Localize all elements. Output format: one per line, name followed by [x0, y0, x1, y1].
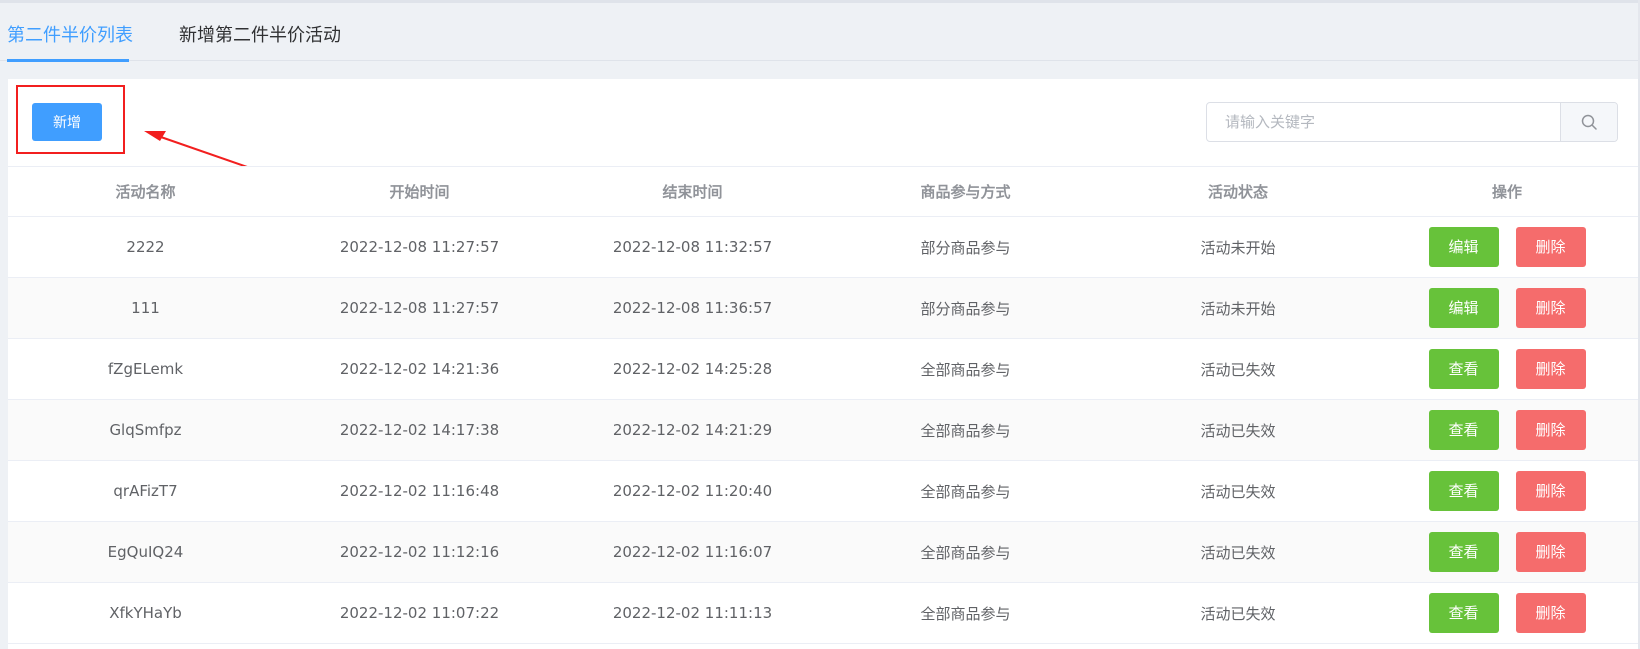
delete-button[interactable]: 删除	[1515, 288, 1586, 328]
view-button[interactable]: 查看	[1428, 471, 1499, 511]
cell-status: 活动未开始	[1200, 299, 1276, 318]
cell-participation-mode: 全部商品参与	[920, 421, 1011, 440]
cell-actions: 查看 删除	[1374, 583, 1640, 643]
header-activity-name: 活动名称	[115, 183, 176, 201]
cell-actions: 编辑 删除	[1374, 278, 1640, 338]
cell-activity-name: XfkYHaYb	[109, 604, 182, 622]
cell-status: 活动已失效	[1200, 604, 1276, 623]
cell-actions: 编辑 删除	[1374, 217, 1640, 277]
search-icon	[1581, 114, 1597, 130]
cell-activity-name: 111	[131, 299, 160, 317]
delete-button[interactable]: 删除	[1515, 410, 1586, 450]
cell-status: 活动已失效	[1200, 360, 1276, 379]
table-row: XfkYHaYb 2022-12-02 11:07:22 2022-12-02 …	[8, 583, 1640, 644]
cell-start-time: 2022-12-08 11:27:57	[339, 238, 500, 256]
edit-button[interactable]: 编辑	[1428, 288, 1499, 328]
cell-end-time: 2022-12-02 11:11:13	[612, 604, 773, 622]
view-button[interactable]: 查看	[1428, 593, 1499, 633]
cell-status: 活动未开始	[1200, 238, 1276, 257]
view-button[interactable]: 查看	[1428, 410, 1499, 450]
cell-participation-mode: 部分商品参与	[920, 299, 1011, 318]
cell-actions: 查看 删除	[1374, 522, 1640, 582]
cell-participation-mode: 全部商品参与	[920, 482, 1011, 501]
cell-status: 活动已失效	[1200, 482, 1276, 501]
table-row: GlqSmfpz 2022-12-02 14:17:38 2022-12-02 …	[8, 400, 1640, 461]
delete-button[interactable]: 删除	[1515, 532, 1586, 572]
cell-start-time: 2022-12-02 11:16:48	[339, 482, 500, 500]
header-start-time: 开始时间	[389, 183, 450, 201]
table-row: qrAFizT7 2022-12-02 11:16:48 2022-12-02 …	[8, 461, 1640, 522]
cell-start-time: 2022-12-02 14:17:38	[339, 421, 500, 439]
header-status: 活动状态	[1207, 183, 1268, 201]
edit-button[interactable]: 编辑	[1428, 227, 1499, 267]
delete-button[interactable]: 删除	[1515, 593, 1586, 633]
cell-activity-name: fZgELemk	[107, 360, 184, 378]
cell-end-time: 2022-12-02 14:21:29	[612, 421, 773, 439]
header-end-time: 结束时间	[662, 183, 723, 201]
cell-status: 活动已失效	[1200, 543, 1276, 562]
cell-activity-name: qrAFizT7	[113, 482, 178, 500]
cell-activity-name: EgQuIQ24	[107, 543, 184, 561]
header-actions: 操作	[1491, 183, 1522, 201]
table-row: 2222 2022-12-08 11:27:57 2022-12-08 11:3…	[8, 217, 1640, 278]
activity-table: 活动名称 开始时间 结束时间 商品参与方式 活动状态 操作 2222 2022-…	[8, 166, 1640, 644]
cell-end-time: 2022-12-08 11:32:57	[612, 238, 773, 256]
table-row: EgQuIQ24 2022-12-02 11:12:16 2022-12-02 …	[8, 522, 1640, 583]
cell-status: 活动已失效	[1200, 421, 1276, 440]
cell-end-time: 2022-12-02 14:25:28	[612, 360, 773, 378]
table-row: fZgELemk 2022-12-02 14:21:36 2022-12-02 …	[8, 339, 1640, 400]
cell-start-time: 2022-12-02 11:07:22	[339, 604, 500, 622]
cell-actions: 查看 删除	[1374, 400, 1640, 460]
cell-actions: 查看 删除	[1374, 461, 1640, 521]
cell-end-time: 2022-12-08 11:36:57	[612, 299, 773, 317]
delete-button[interactable]: 删除	[1515, 227, 1586, 267]
cell-end-time: 2022-12-02 11:20:40	[612, 482, 773, 500]
cell-end-time: 2022-12-02 11:16:07	[612, 543, 773, 561]
table-row: 111 2022-12-08 11:27:57 2022-12-08 11:36…	[8, 278, 1640, 339]
delete-button[interactable]: 删除	[1515, 349, 1586, 389]
cell-start-time: 2022-12-02 14:21:36	[339, 360, 500, 378]
cell-actions: 查看 删除	[1374, 339, 1640, 399]
table-header: 活动名称 开始时间 结束时间 商品参与方式 活动状态 操作	[8, 166, 1640, 217]
search-input[interactable]	[1207, 103, 1562, 141]
cell-activity-name: GlqSmfpz	[109, 421, 182, 439]
search-button[interactable]	[1560, 103, 1617, 141]
cell-participation-mode: 全部商品参与	[920, 360, 1011, 379]
delete-button[interactable]: 删除	[1515, 471, 1586, 511]
cell-participation-mode: 全部商品参与	[920, 543, 1011, 562]
cell-start-time: 2022-12-08 11:27:57	[339, 299, 500, 317]
search-box	[1206, 102, 1618, 142]
cell-activity-name: 2222	[126, 238, 165, 256]
cell-participation-mode: 全部商品参与	[920, 604, 1011, 623]
header-participation-mode: 商品参与方式	[920, 183, 1011, 201]
cell-start-time: 2022-12-02 11:12:16	[339, 543, 500, 561]
view-button[interactable]: 查看	[1428, 532, 1499, 572]
cell-participation-mode: 部分商品参与	[920, 238, 1011, 257]
view-button[interactable]: 查看	[1428, 349, 1499, 389]
